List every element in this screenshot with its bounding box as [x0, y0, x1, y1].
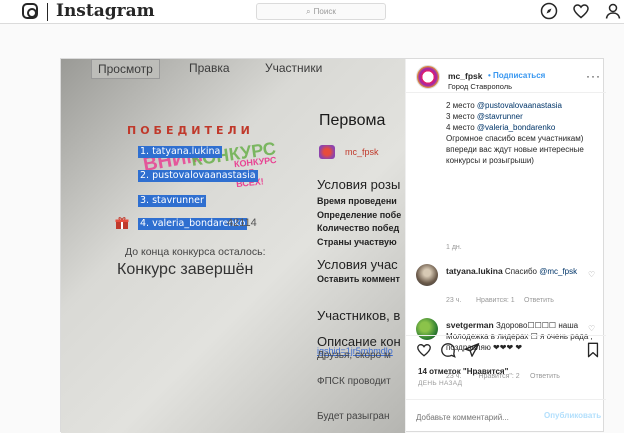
entry-number: 42114 [227, 217, 257, 229]
mention-link[interactable]: @valeria_bondarenko [477, 123, 555, 132]
action-bar [406, 335, 606, 365]
comment-username[interactable]: tatyana.lukina [446, 266, 503, 276]
publish-button[interactable]: Опубликовать [544, 411, 601, 420]
post-header: mc_fpsk • Подписаться Город Ставрополь ·… [406, 59, 606, 93]
post-location[interactable]: Город Ставрополь [448, 82, 512, 91]
follow-button[interactable]: • Подписаться [488, 71, 545, 80]
bookmark-icon[interactable] [586, 342, 600, 361]
compass-icon[interactable] [540, 2, 558, 20]
condition-row-1: Время проведени [317, 196, 397, 206]
winner-2: 2. pustovalovaanastasia [138, 170, 258, 182]
comment-like-icon[interactable]: ♡ [588, 324, 595, 333]
caption-prefix: 4 место [446, 123, 477, 132]
contest-heading: Первома [319, 112, 386, 129]
mention-link[interactable]: @stavrunner [477, 112, 523, 121]
comment-icon[interactable] [440, 342, 456, 361]
winner-3: 3. stavrunner [138, 195, 206, 207]
fpsk-logo-icon [319, 145, 335, 159]
participants-heading: Участников, в [317, 308, 401, 323]
caption-time[interactable]: 1 дн. [446, 244, 462, 251]
caption-prefix: 2 место [446, 101, 477, 110]
comment-username[interactable]: svetgerman [446, 320, 494, 330]
profile-icon[interactable] [604, 2, 622, 20]
participation-heading: Условия учас [317, 257, 398, 272]
raffle-text: Будет разыгран [317, 411, 390, 422]
caption-line-3: 3 место @stavrunner [446, 111, 594, 122]
photo-tab-view: Просмотр [91, 59, 160, 79]
conditions-heading: Условия розы [317, 177, 401, 192]
caption-line-4: 4 место @valeria_bondarenko [446, 122, 594, 133]
mention-link[interactable]: @mc_fpsk [539, 267, 577, 276]
reply-button[interactable]: Ответить [530, 373, 560, 380]
add-comment-input[interactable] [416, 410, 536, 424]
posted-time[interactable]: ДЕНЬ НАЗАД [418, 380, 462, 387]
winner-1: 1. tatyana.lukina [138, 146, 223, 158]
gift-icon [115, 216, 129, 230]
caption-prefix: 3 место [446, 112, 477, 121]
instagram-icon[interactable] [22, 3, 38, 19]
description-heading: Описание кон [317, 334, 401, 349]
mention-link[interactable]: @pustovalovaanastasia [477, 101, 562, 110]
photo-tab-edit: Правка [189, 61, 230, 75]
logo-divider [47, 3, 48, 21]
winners-title: ПОБЕДИТЕЛИ [127, 124, 254, 137]
reply-button[interactable]: Ответить [524, 297, 554, 304]
leave-comment-text: Оставить коммент [317, 274, 400, 284]
avatar[interactable] [416, 264, 438, 286]
more-options-icon[interactable]: ··· [586, 69, 601, 83]
fpsk-text: ФПСК проводит [317, 376, 391, 387]
instagram-logo[interactable]: Instagram [56, 1, 155, 21]
fpsk-account: mc_fpsk [345, 147, 379, 157]
comment-text: tatyana.lukina Спасибо @mc_fpsk [446, 266, 594, 277]
caption-text: Огромное спасибо всем участникам) вперед… [446, 134, 584, 165]
likes-count[interactable]: 14 отметок "Нравится" [418, 367, 508, 376]
photo-tab-participants: Участники [265, 61, 323, 75]
post-username[interactable]: mc_fpsk [448, 71, 483, 81]
post-sidebar: mc_fpsk • Подписаться Город Ставрополь ·… [405, 59, 606, 433]
condition-row-3: Количество побед [317, 223, 400, 233]
top-navbar: Instagram ⌕ Поиск [0, 0, 624, 24]
condition-row-2: Определение побе [317, 210, 402, 220]
like-icon[interactable] [416, 342, 432, 361]
post-card: Просмотр Правка Участники ПОБЕДИТЕЛИ ВНИ… [60, 58, 606, 433]
caption-line-2: 2 место @pustovalovaanastasia [446, 100, 594, 111]
condition-row-4: Страны участвую [317, 237, 397, 247]
comment-time[interactable]: 23 ч. [446, 297, 461, 304]
avatar[interactable] [416, 65, 440, 89]
comment-likes[interactable]: Нравится: 1 [476, 297, 515, 304]
comment-like-icon[interactable]: ♡ [588, 270, 595, 279]
contest-finished: Конкурс завершён [117, 261, 254, 278]
comment-body: Спасибо [504, 267, 540, 276]
remaining-label: До конца конкурса осталось: [125, 246, 266, 258]
search-placeholder: Поиск [313, 7, 336, 16]
post-photo[interactable]: Просмотр Правка Участники ПОБЕДИТЕЛИ ВНИ… [61, 59, 405, 433]
heart-icon[interactable] [572, 2, 590, 20]
search-input[interactable]: ⌕ Поиск [256, 3, 386, 20]
add-comment-bar: Опубликовать [406, 399, 606, 433]
share-icon[interactable] [464, 342, 480, 361]
search-icon: ⌕ [306, 7, 311, 16]
friends-text: Друзья, скоро м [317, 350, 391, 361]
